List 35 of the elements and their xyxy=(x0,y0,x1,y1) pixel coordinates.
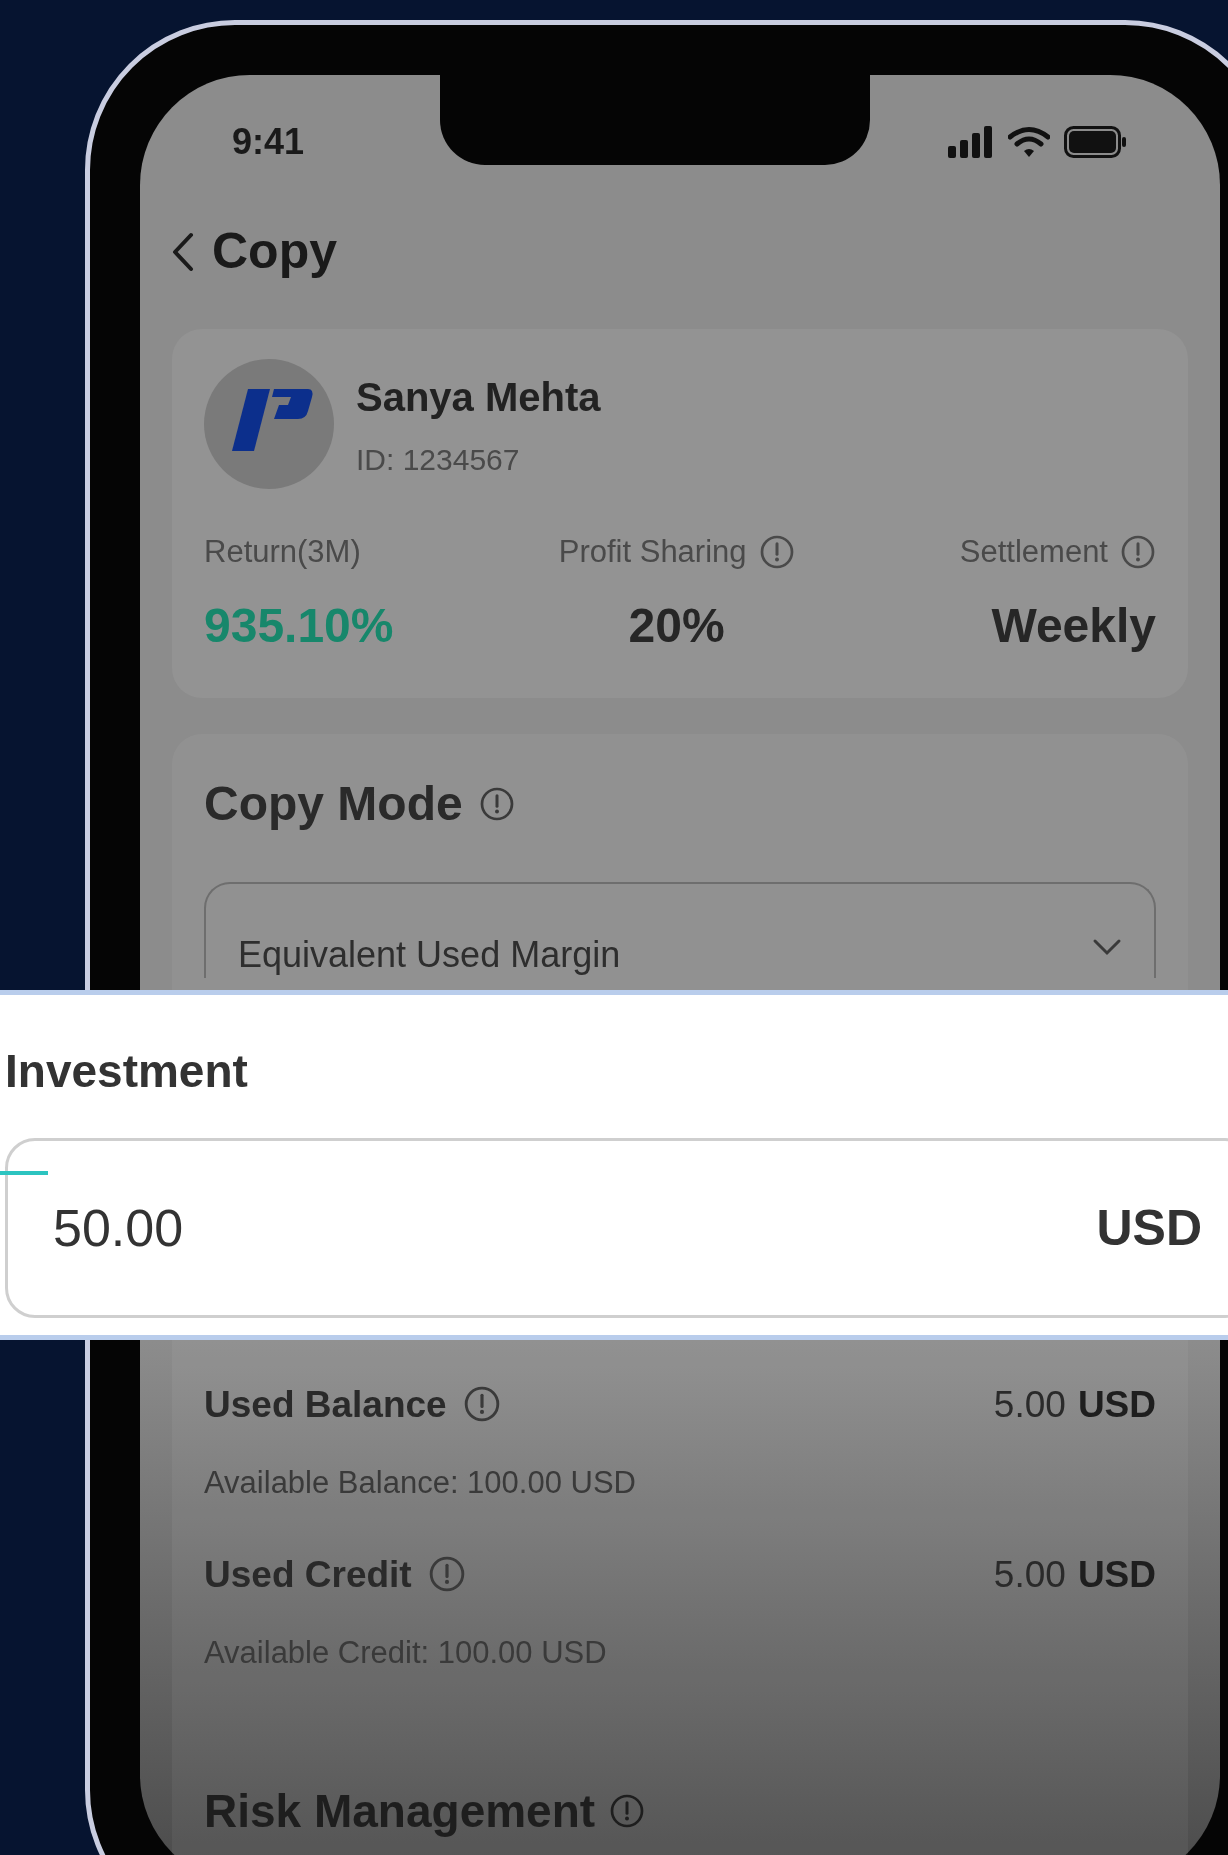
stat-value: 20% xyxy=(628,597,725,654)
signal-icon xyxy=(948,126,994,158)
info-icon[interactable] xyxy=(1120,534,1156,571)
currency-label: USD xyxy=(1096,1198,1202,1258)
usage-amount: 5.00 xyxy=(993,1552,1066,1597)
stat-value: 935.10% xyxy=(204,597,394,654)
copy-mode-dropdown[interactable]: Equivalent Used Margin xyxy=(204,881,1156,978)
info-icon[interactable] xyxy=(427,1555,466,1594)
chevron-down-icon xyxy=(1092,937,1122,956)
wifi-icon xyxy=(1008,126,1050,158)
usage-amount: 5.00 xyxy=(993,1382,1066,1427)
usage-label: Used Credit xyxy=(204,1552,412,1597)
focus-mark xyxy=(0,1171,48,1175)
stat-label: Return(3M) xyxy=(204,533,361,571)
section-title: Risk Management xyxy=(204,1783,596,1839)
investment-label: Investment xyxy=(5,1044,249,1099)
info-icon[interactable] xyxy=(462,1385,501,1424)
page-title: Copy xyxy=(212,222,337,281)
trader-id: ID: 1234567 xyxy=(356,441,521,478)
stat-value: Weekly xyxy=(991,597,1156,654)
stat-label: Settlement xyxy=(959,533,1108,571)
status-time: 9:41 xyxy=(232,120,305,164)
available-note: Available Balance: 100.00 USD xyxy=(204,1464,637,1502)
info-icon[interactable] xyxy=(758,534,795,571)
stat-label: Profit Sharing xyxy=(558,533,747,571)
investment-input[interactable]: 50.00 xyxy=(53,1189,1097,1267)
battery-icon xyxy=(1064,126,1128,158)
usage-label: Used Balance xyxy=(204,1382,447,1427)
section-title: Copy Mode xyxy=(204,775,463,832)
info-icon[interactable] xyxy=(609,1793,646,1829)
info-icon[interactable] xyxy=(478,785,515,822)
usage-currency: USD xyxy=(1077,1382,1156,1427)
trader-name: Sanya Mehta xyxy=(356,373,601,421)
back-icon[interactable] xyxy=(172,231,194,272)
usage-currency: USD xyxy=(1077,1552,1156,1597)
